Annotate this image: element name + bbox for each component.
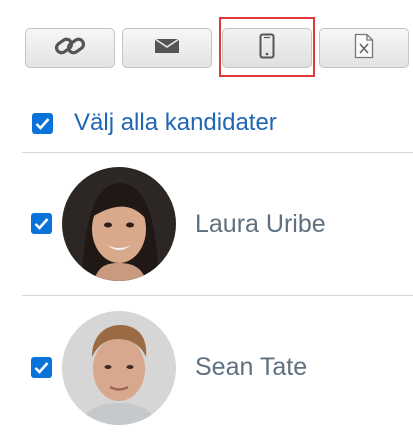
select-all-checkbox[interactable]	[32, 112, 53, 134]
candidate-row: Sean Tate	[0, 303, 413, 433]
envelope-icon	[154, 37, 180, 60]
email-button[interactable]	[122, 28, 212, 68]
excel-file-icon	[354, 33, 374, 64]
share-toolbar	[0, 0, 413, 80]
candidate-row: Laura Uribe	[0, 160, 413, 290]
export-excel-button[interactable]	[319, 28, 409, 68]
candidate-checkbox[interactable]	[31, 357, 52, 378]
link-icon	[54, 36, 86, 61]
select-all-control[interactable]: Välj alla kandidater	[32, 109, 277, 137]
divider	[22, 152, 413, 153]
copy-link-button[interactable]	[25, 28, 115, 68]
sms-button[interactable]	[222, 28, 312, 68]
divider	[22, 295, 413, 296]
avatar	[62, 311, 176, 425]
select-all-label[interactable]: Välj alla kandidater	[74, 109, 277, 137]
candidate-checkbox[interactable]	[31, 213, 52, 234]
mobile-phone-icon	[259, 33, 275, 64]
avatar	[62, 167, 176, 281]
candidate-name[interactable]: Laura Uribe	[195, 210, 326, 239]
candidate-name[interactable]: Sean Tate	[195, 353, 307, 382]
